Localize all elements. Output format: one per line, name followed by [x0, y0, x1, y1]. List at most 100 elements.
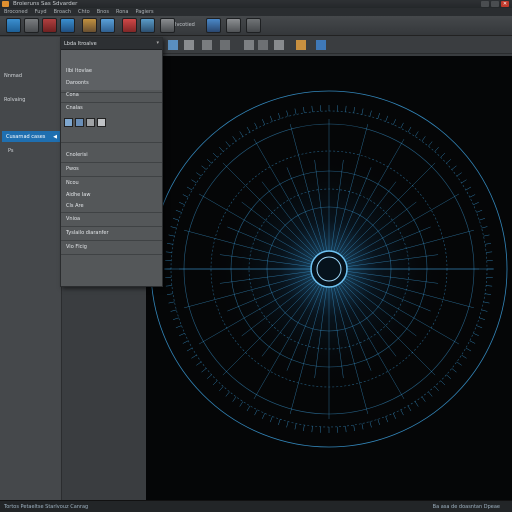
- tool-icon[interactable]: [226, 18, 241, 33]
- photo-icon[interactable]: [140, 18, 155, 33]
- tick-mark: [196, 361, 202, 366]
- dropdown-header-label: Lbda Itroalve: [64, 40, 97, 47]
- maximize-icon[interactable]: [491, 1, 499, 7]
- dropdown-item[interactable]: Aidhe Iaw: [61, 190, 162, 200]
- tick-mark: [206, 374, 212, 379]
- menu-bar: Broconed Fuyd Broach Chto Bnos Rona Pagi…: [0, 8, 512, 16]
- image-icon[interactable]: [122, 18, 137, 33]
- dropdown-item[interactable]: Cnolerisi: [61, 150, 162, 160]
- tick-mark: [239, 131, 244, 137]
- tick-mark: [461, 179, 467, 184]
- tick-mark: [414, 131, 419, 137]
- tick-mark: [446, 374, 452, 379]
- app-icon: [2, 1, 9, 7]
- image-icon[interactable]: [64, 118, 73, 127]
- tick-mark: [278, 419, 281, 426]
- menu-item[interactable]: Broach: [54, 9, 71, 15]
- tick-mark: [440, 152, 446, 158]
- tick-mark: [456, 361, 462, 366]
- cursor-icon[interactable]: [184, 40, 194, 50]
- menu-item[interactable]: Broconed: [4, 9, 28, 15]
- select-icon[interactable]: [244, 40, 254, 50]
- tick-mark: [481, 226, 488, 229]
- tick-mark: [182, 340, 189, 344]
- divider: [61, 226, 162, 227]
- settings-icon[interactable]: [206, 18, 221, 33]
- tick-mark: [175, 325, 182, 329]
- move-icon[interactable]: [160, 18, 175, 33]
- dropdown-icon-row: [64, 118, 106, 127]
- dropdown-item[interactable]: Cls Are: [61, 201, 162, 211]
- tick-mark: [479, 218, 486, 221]
- dropdown-item[interactable]: Vnioa: [61, 214, 162, 224]
- tick-mark: [345, 105, 347, 112]
- tick-mark: [201, 165, 207, 170]
- divider: [61, 212, 162, 213]
- app-icon[interactable]: [6, 18, 21, 33]
- grid-icon[interactable]: [316, 40, 326, 50]
- dropdown-item[interactable]: Tyslailo diaranfer: [61, 228, 162, 238]
- transform-icon[interactable]: [202, 40, 212, 50]
- left-panel-item[interactable]: Nnmad: [4, 73, 22, 79]
- tick-mark: [393, 413, 396, 419]
- tick-mark: [269, 115, 273, 122]
- layers-icon[interactable]: [75, 118, 84, 127]
- left-panel-sub-item[interactable]: Ps: [8, 148, 14, 154]
- grid-icon[interactable]: [100, 18, 115, 33]
- canvas-area[interactable]: [146, 56, 512, 500]
- tick-mark: [465, 347, 472, 352]
- left-panel-selected-item[interactable]: Cusarnad cases ◀: [2, 131, 60, 142]
- menu-item[interactable]: Pagiers: [136, 9, 154, 15]
- menu-item[interactable]: Rona: [116, 9, 129, 15]
- close-icon[interactable]: ✕: [501, 1, 509, 7]
- tick-mark: [191, 354, 197, 359]
- layers-icon[interactable]: [42, 18, 57, 33]
- tick-mark: [179, 202, 185, 205]
- menu-item[interactable]: Bnos: [97, 9, 109, 15]
- menu-item[interactable]: Fuyd: [35, 9, 47, 15]
- brush-icon[interactable]: [24, 18, 39, 33]
- tick-mark: [377, 112, 380, 119]
- tick-mark: [225, 141, 230, 147]
- tick-mark: [393, 119, 396, 125]
- left-panel-item[interactable]: Rolvaing: [4, 97, 25, 103]
- minimize-icon[interactable]: [481, 1, 489, 7]
- tick-mark: [361, 423, 364, 430]
- dropdown-header[interactable]: Lbda Itroalve ▾: [61, 38, 162, 50]
- divider: [61, 162, 162, 163]
- left-panel: Nnmad Rolvaing Cusarnad cases ◀ Ps: [0, 37, 62, 500]
- cursor-icon[interactable]: [60, 18, 75, 33]
- brush-icon[interactable]: [258, 40, 268, 50]
- tick-mark: [476, 209, 483, 213]
- tick-mark: [377, 419, 380, 426]
- dropdown-item[interactable]: Vio Flcig: [61, 242, 162, 252]
- dropdown-item[interactable]: Daroonts: [61, 78, 162, 88]
- tick-mark: [212, 152, 218, 158]
- dropdown-item[interactable]: Ncou: [61, 178, 162, 188]
- tick-mark: [369, 421, 372, 428]
- settings-icon[interactable]: [97, 118, 106, 127]
- brush-icon[interactable]: [86, 118, 95, 127]
- tag-icon[interactable]: [296, 40, 306, 50]
- dropdown-item[interactable]: Pwos: [61, 164, 162, 174]
- tick-mark: [476, 325, 483, 329]
- tick-mark: [353, 106, 355, 113]
- tick-mark: [485, 293, 492, 295]
- tool-icon[interactable]: [246, 18, 261, 33]
- chevron-down-icon: ▾: [156, 40, 159, 46]
- center-hub: [310, 250, 348, 288]
- tick-mark: [246, 126, 251, 133]
- menu-item[interactable]: Chto: [78, 9, 90, 15]
- tick-mark: [303, 425, 305, 432]
- image-icon[interactable]: [168, 40, 178, 50]
- dropdown-item[interactable]: Cnalas: [61, 103, 162, 113]
- dropdown-item[interactable]: Cona: [61, 90, 162, 100]
- color-icon[interactable]: [82, 18, 97, 33]
- crop-icon[interactable]: [220, 40, 230, 50]
- tick-mark: [269, 416, 273, 423]
- tick-mark: [485, 243, 492, 245]
- dropdown-item[interactable]: Ilbi Itovlae: [61, 66, 162, 76]
- tick-mark: [186, 186, 193, 191]
- tool-icon[interactable]: [274, 40, 284, 50]
- title-bar: Broieruns Sas Sdvarder ✕: [0, 0, 512, 8]
